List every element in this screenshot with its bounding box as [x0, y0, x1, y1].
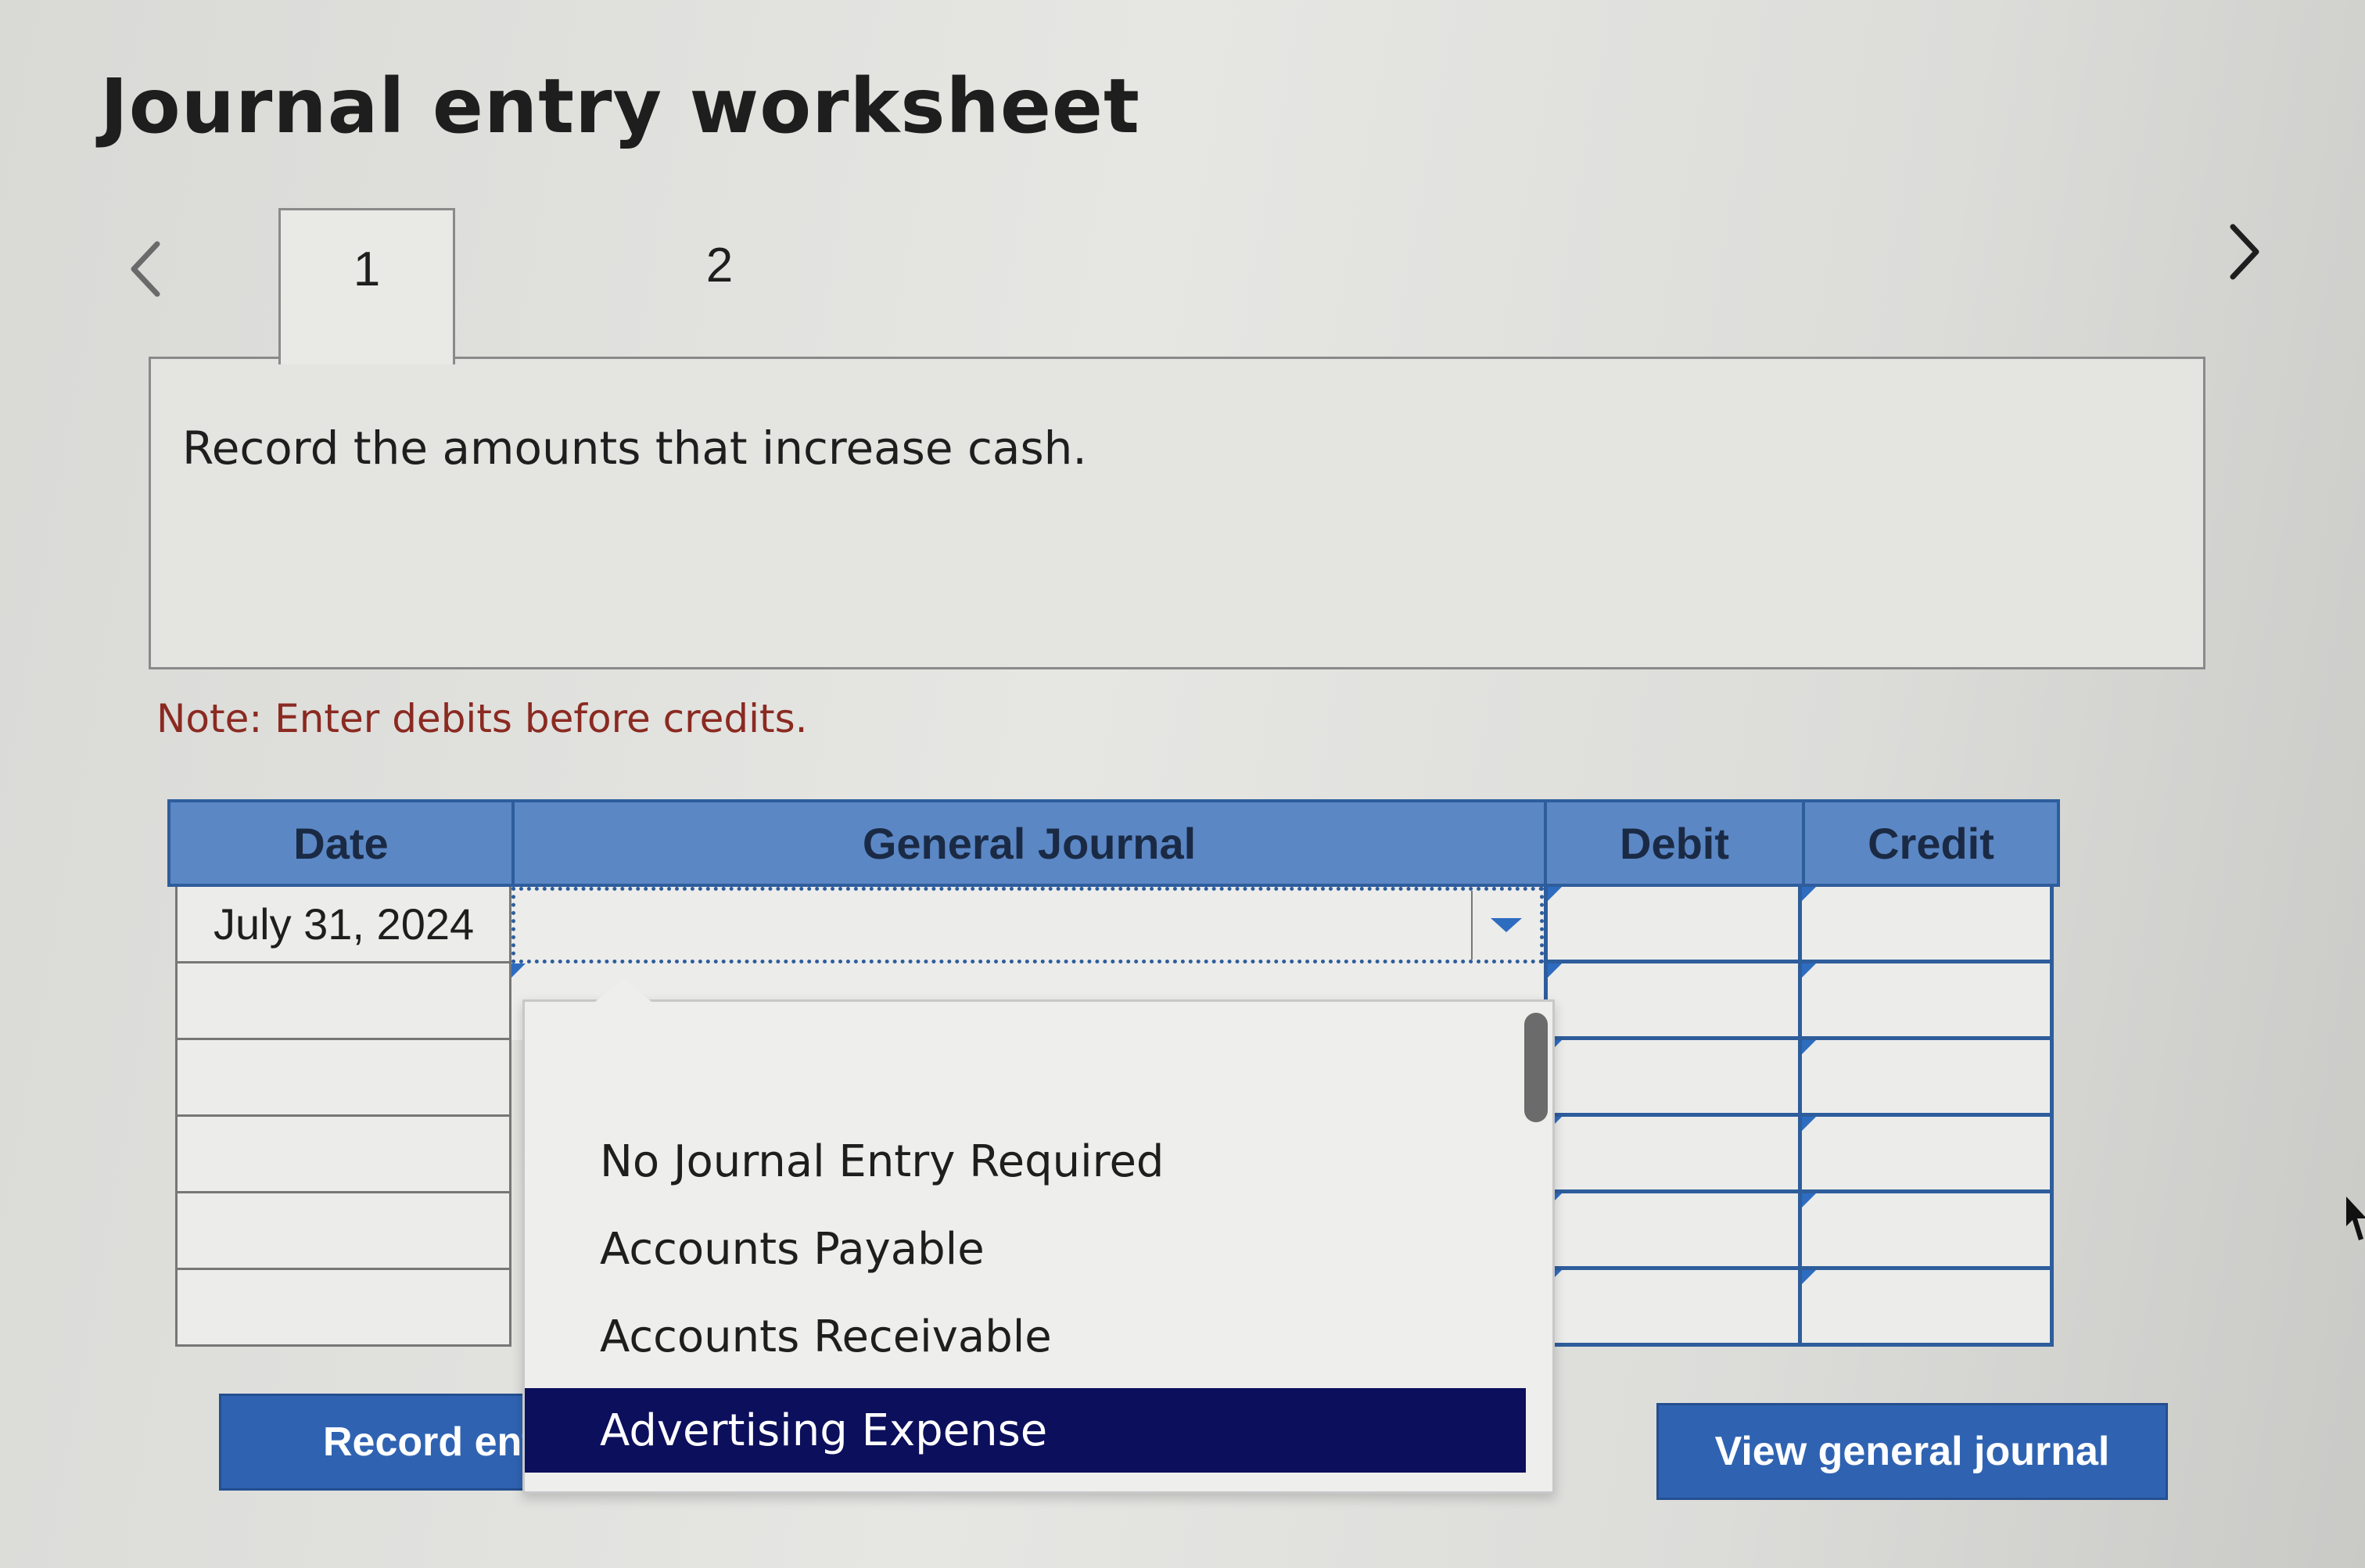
header-general-journal: General Journal: [515, 802, 1547, 884]
date-cell[interactable]: [175, 963, 511, 1040]
date-cell[interactable]: [175, 1117, 511, 1193]
page-title: Journal entry worksheet: [100, 63, 1140, 150]
marker-icon: [1548, 963, 1562, 978]
tab-1[interactable]: 1: [278, 208, 455, 364]
header-date: Date: [170, 802, 515, 884]
credit-input[interactable]: [1802, 1270, 2054, 1347]
dropdown-option[interactable]: No Journal Entry Required: [525, 1119, 1526, 1204]
marker-icon: [1802, 1117, 1816, 1131]
date-cell[interactable]: [175, 1040, 511, 1117]
instruction-panel: Record the amounts that increase cash.: [149, 357, 2205, 669]
view-general-journal-button[interactable]: View general journal: [1656, 1403, 2168, 1500]
mouse-cursor-icon: [2346, 1197, 2365, 1240]
marker-icon: [1802, 887, 1816, 901]
marker-icon: [1802, 963, 1816, 978]
dropdown-option[interactable]: Accounts Receivable: [525, 1294, 1526, 1379]
debit-input[interactable]: [1544, 1270, 1802, 1347]
header-debit: Debit: [1547, 802, 1805, 884]
debit-input[interactable]: [1544, 1040, 1802, 1117]
account-dropdown-list: No Journal Entry Required Accounts Payab…: [522, 978, 1555, 1494]
credit-input[interactable]: [1802, 887, 2054, 963]
dropdown-option-selected[interactable]: Advertising Expense: [525, 1388, 1526, 1473]
tab-strip: 1 2: [125, 208, 2237, 364]
journal-table: Date General Journal Debit Credit July 3…: [167, 799, 2060, 1347]
debit-input[interactable]: [1544, 887, 1802, 963]
marker-icon: [511, 963, 526, 978]
table-row: July 31, 2024: [167, 887, 2060, 963]
marker-icon: [1548, 887, 1562, 901]
debit-input[interactable]: [1544, 963, 1802, 1040]
credit-input[interactable]: [1802, 1117, 2054, 1193]
tab-label: 1: [353, 242, 381, 296]
marker-icon: [1802, 1193, 1816, 1207]
dropdown-option[interactable]: Accounts Payable: [525, 1207, 1526, 1291]
debit-input[interactable]: [1544, 1117, 1802, 1193]
note-text: Note: Enter debits before credits.: [156, 696, 808, 741]
caret-down-icon[interactable]: [1471, 891, 1540, 960]
table-header: Date General Journal Debit Credit: [167, 799, 2060, 887]
date-cell[interactable]: [175, 1193, 511, 1270]
header-credit: Credit: [1868, 818, 1994, 868]
credit-input[interactable]: [1802, 1193, 2054, 1270]
instruction-text: Record the amounts that increase cash.: [182, 422, 1087, 475]
tab-2[interactable]: 2: [626, 208, 813, 355]
worksheet-page: Journal entry worksheet 1 2 Record the a…: [0, 0, 2365, 1568]
marker-icon: [1802, 1270, 1816, 1284]
account-select[interactable]: [511, 887, 1544, 963]
date-cell[interactable]: [175, 1270, 511, 1347]
tab-label: 2: [705, 239, 734, 292]
dropdown-notch: [595, 978, 651, 1002]
marker-icon: [1802, 1040, 1816, 1054]
credit-input[interactable]: [1802, 963, 2054, 1040]
scrollbar-thumb[interactable]: [1524, 1013, 1548, 1122]
date-cell[interactable]: July 31, 2024: [175, 887, 511, 963]
credit-input[interactable]: [1802, 1040, 2054, 1117]
debit-input[interactable]: [1544, 1193, 1802, 1270]
